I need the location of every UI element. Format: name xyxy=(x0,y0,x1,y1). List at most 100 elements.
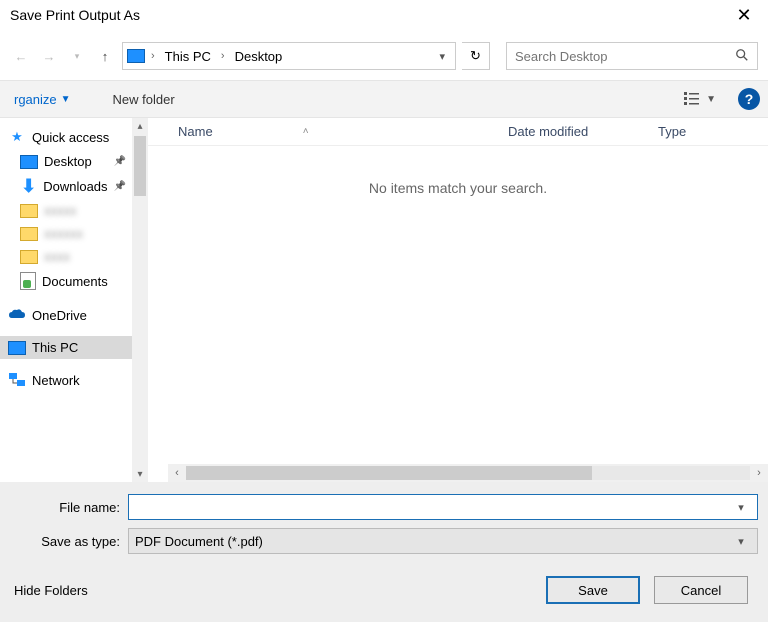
sidebar-item-label: Quick access xyxy=(32,130,109,145)
sidebar-item-label: xxxx xyxy=(44,249,70,264)
documents-icon xyxy=(20,272,36,290)
savetype-label: Save as type: xyxy=(10,534,128,549)
scrollbar-thumb[interactable] xyxy=(134,136,146,196)
column-type[interactable]: Type xyxy=(658,124,768,139)
organize-label: rganize xyxy=(14,92,57,107)
column-date[interactable]: Date modified xyxy=(508,124,658,139)
search-icon xyxy=(735,48,749,65)
forward-icon: → xyxy=(43,49,56,64)
back-button[interactable]: ← xyxy=(10,45,32,67)
thispc-icon xyxy=(8,341,26,355)
main-area: ★ Quick access Desktop ⬇ Downloads xxxxx… xyxy=(0,118,768,482)
scrollbar-thumb[interactable] xyxy=(186,466,592,480)
up-button[interactable]: ↑ xyxy=(94,45,116,67)
sidebar-item-label: xxxxx xyxy=(44,203,77,218)
refresh-icon: ↻ xyxy=(470,48,481,64)
sidebar-item-label: Network xyxy=(32,373,80,388)
titlebar: Save Print Output As ✕ xyxy=(0,0,768,30)
folder-icon xyxy=(20,204,38,218)
sidebar-item-folder[interactable]: xxxxx xyxy=(0,199,132,222)
thispc-icon xyxy=(127,49,145,63)
chevron-down-icon: ▾ xyxy=(75,51,80,62)
download-icon: ⬇ xyxy=(20,177,37,195)
address-bar[interactable]: › This PC › Desktop ▾ xyxy=(122,42,456,70)
organize-button[interactable]: rganize ▼ xyxy=(8,88,77,111)
sidebar-item-quickaccess[interactable]: ★ Quick access xyxy=(0,124,132,150)
help-icon: ? xyxy=(745,91,754,107)
column-name[interactable]: Name ˄ xyxy=(178,124,508,139)
sidebar-item-label: This PC xyxy=(32,340,78,355)
close-button[interactable]: ✕ xyxy=(728,0,760,30)
help-button[interactable]: ? xyxy=(738,88,760,110)
save-button[interactable]: Save xyxy=(546,576,640,604)
hide-folders-button[interactable]: Hide Folders xyxy=(14,583,88,598)
recent-dropdown[interactable]: ▾ xyxy=(66,45,88,67)
sidebar-item-desktop[interactable]: Desktop xyxy=(0,150,132,173)
sidebar-item-downloads[interactable]: ⬇ Downloads xyxy=(0,173,132,199)
scroll-left-icon[interactable]: ‹ xyxy=(168,467,186,479)
toolbar: rganize ▼ New folder ▼ ? xyxy=(0,80,768,118)
bottom-panel: File name: ▾ Save as type: PDF Document … xyxy=(0,482,768,622)
folder-icon xyxy=(20,227,38,241)
scroll-up-icon[interactable]: ▴ xyxy=(132,118,148,134)
sidebar-item-label: OneDrive xyxy=(32,308,87,323)
column-name-label: Name xyxy=(178,124,213,139)
address-dropdown[interactable]: ▾ xyxy=(433,50,451,63)
forward-button[interactable]: → xyxy=(38,45,60,67)
sidebar-item-folder[interactable]: xxxx xyxy=(0,245,132,268)
nav-row: ← → ▾ ↑ › This PC › Desktop ▾ ↻ xyxy=(0,38,768,74)
cancel-button[interactable]: Cancel xyxy=(654,576,748,604)
horizontal-scrollbar[interactable]: ‹ › xyxy=(168,464,768,482)
window-title: Save Print Output As xyxy=(8,7,728,23)
breadcrumb-desktop[interactable]: Desktop xyxy=(231,49,287,64)
sidebar-item-label: Documents xyxy=(42,274,108,289)
folder-icon xyxy=(20,250,38,264)
savetype-select[interactable]: PDF Document (*.pdf) ▾ xyxy=(128,528,758,554)
back-icon: ← xyxy=(15,49,28,64)
savetype-row: Save as type: PDF Document (*.pdf) ▾ xyxy=(10,528,758,554)
sidebar-item-documents[interactable]: Documents xyxy=(0,268,132,294)
scrollbar-track[interactable] xyxy=(186,466,750,480)
chevron-down-icon: ▼ xyxy=(706,94,716,105)
sidebar-item-label: Downloads xyxy=(43,179,107,194)
chevron-right-icon: › xyxy=(149,50,157,62)
view-button[interactable]: ▼ xyxy=(678,87,722,112)
savetype-value: PDF Document (*.pdf) xyxy=(135,534,731,549)
sidebar-item-network[interactable]: Network xyxy=(0,367,132,393)
scroll-right-icon[interactable]: › xyxy=(750,467,768,479)
filename-field[interactable]: ▾ xyxy=(128,494,758,520)
sidebar-scrollbar[interactable]: ▴ ▾ xyxy=(132,118,148,482)
onedrive-icon xyxy=(8,306,26,324)
chevron-down-icon: ▼ xyxy=(61,94,71,105)
filename-label: File name: xyxy=(10,500,128,515)
column-headers: Name ˄ Date modified Type xyxy=(148,118,768,146)
desktop-icon xyxy=(20,155,38,169)
network-icon xyxy=(8,371,26,389)
view-icon xyxy=(684,91,700,108)
sidebar-item-label: Desktop xyxy=(44,154,92,169)
filename-input[interactable] xyxy=(135,500,731,515)
empty-message: No items match your search. xyxy=(148,146,768,196)
sidebar-item-onedrive[interactable]: OneDrive xyxy=(0,302,132,328)
up-icon: ↑ xyxy=(102,49,109,64)
chevron-down-icon: ▾ xyxy=(439,51,445,63)
chevron-down-icon: ▾ xyxy=(731,535,751,548)
filename-dropdown[interactable]: ▾ xyxy=(731,501,751,514)
chevron-right-icon: › xyxy=(219,50,227,62)
filename-row: File name: ▾ xyxy=(10,494,758,520)
breadcrumb-thispc[interactable]: This PC xyxy=(161,49,215,64)
scroll-down-icon[interactable]: ▾ xyxy=(132,466,148,482)
sidebar-item-thispc[interactable]: This PC xyxy=(0,336,132,359)
sidebar-item-folder[interactable]: xxxxxx xyxy=(0,222,132,245)
sidebar-item-label: xxxxxx xyxy=(44,226,83,241)
sort-indicator-icon: ˄ xyxy=(303,126,309,137)
new-folder-button[interactable]: New folder xyxy=(107,88,181,111)
star-icon: ★ xyxy=(8,128,26,146)
refresh-button[interactable]: ↻ xyxy=(462,42,490,70)
search-box[interactable] xyxy=(506,42,758,70)
footer: Hide Folders Save Cancel xyxy=(10,562,758,612)
chevron-down-icon: ▾ xyxy=(738,502,744,514)
sidebar: ★ Quick access Desktop ⬇ Downloads xxxxx… xyxy=(0,118,148,482)
search-input[interactable] xyxy=(515,49,735,64)
file-list-area: Name ˄ Date modified Type No items match… xyxy=(148,118,768,482)
